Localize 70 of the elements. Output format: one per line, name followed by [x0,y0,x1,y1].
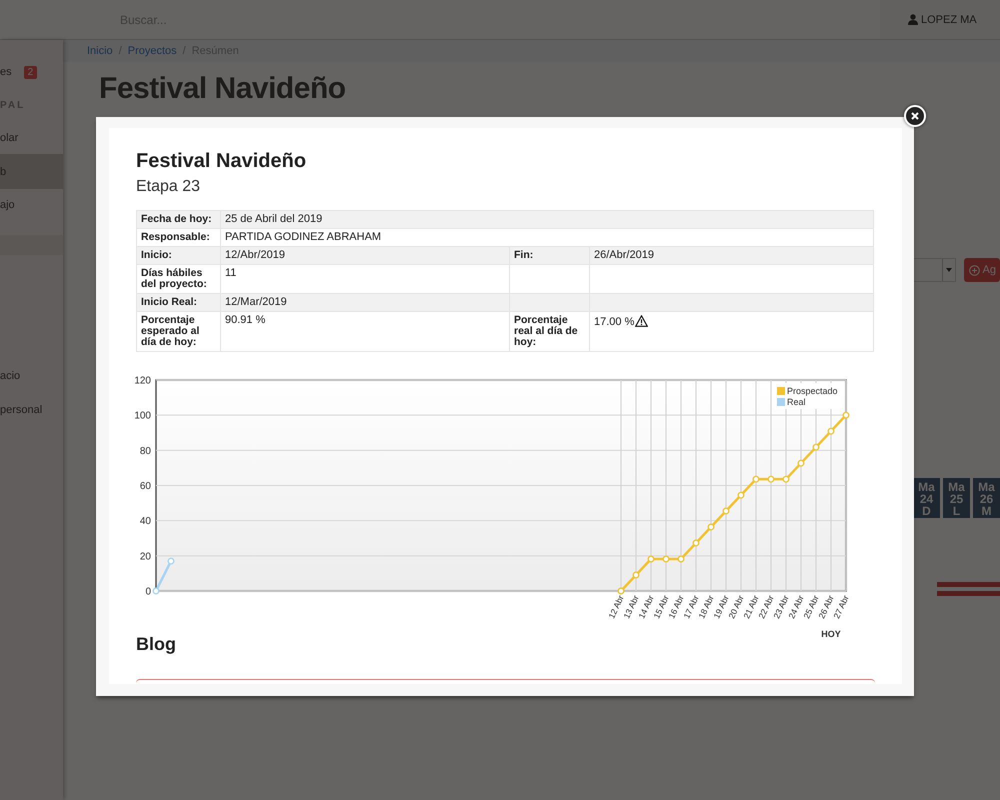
page-title: Festival Navideño [99,72,347,106]
table-cell: 12/Abr/2019 [220,246,510,264]
sidebar-label: ajo [0,199,15,211]
data-point [662,556,670,562]
table-cell: 12/Mar/2019 [220,294,510,312]
y-tick-label: 40 [140,516,151,528]
data-point [812,444,820,451]
data-point [708,524,714,530]
gantt-day-header: Ma 25 L [943,478,970,518]
sidebar-label: olar [0,132,18,144]
legend-label: Prospectado [787,386,838,396]
data-point [692,540,700,546]
table-cell: 90.91 % [220,312,510,352]
gantt-bar [937,591,1000,596]
y-tick-label: 0 [145,586,151,598]
table-label: Fin: [510,246,590,264]
table-label: Inicio: [136,246,220,264]
y-tick-label: 60 [140,481,151,492]
sidebar-item[interactable]: acio [0,360,63,392]
sidebar-item[interactable]: ajo [0,189,63,221]
data-point [632,572,640,578]
table-cell: 25 de Abril del 2019 [220,210,874,228]
user-name: LOPEZ MA [921,14,977,26]
gantt-day-header: Ma 24 D [913,478,940,518]
y-tick-label: 100 [134,410,151,422]
table-label: Porcentaje esperado al día de hoy: [136,312,220,352]
data-point [722,508,730,514]
y-tick-label: 80 [140,446,151,457]
breadcrumb-link[interactable]: Inicio [87,45,113,57]
data-point [618,588,624,594]
sidebar-label: es [0,66,12,78]
sidebar-item[interactable]: olar [0,122,63,154]
data-point [768,476,774,483]
user-icon [908,14,918,25]
breadcrumb-link[interactable]: Proyectos [128,45,177,57]
x-tick-label: 12 Abr [606,594,626,620]
data-point [752,476,760,483]
sidebar-item[interactable]: es 2 [0,56,63,88]
data-point [648,556,654,562]
data-point [782,476,790,483]
modal-subtitle: Etapa 23 [136,178,202,196]
table-label: Fecha de hoy: [136,210,220,228]
breadcrumb-separator: / [182,45,186,57]
caret-icon [946,268,952,272]
table-cell: 17.00 % [590,312,874,352]
legend-label: Real [787,397,806,407]
today-marker: HOY [821,629,841,639]
table-label: Inicio Real: [136,294,220,312]
data-point [678,556,684,562]
table-cell: 26/Abr/2019 [590,246,874,264]
add-button[interactable]: Ag [964,258,1000,282]
close-icon [911,112,919,120]
data-point [152,588,160,594]
table-label: Porcentaje real al día de hoy: [510,312,590,352]
warning-icon [635,315,648,327]
modal-title: Festival Navideño [136,150,308,173]
data-point [828,428,834,435]
gantt-day-header: Ma 26 M [973,478,1000,518]
data-point [798,460,804,467]
gantt-bar [937,582,1000,587]
data-point [168,558,174,565]
plus-icon [968,264,980,276]
y-tick-label: 120 [134,376,151,386]
sidebar-item[interactable]: personal [0,394,63,426]
data-point [738,492,744,499]
data-point [842,412,850,419]
breadcrumb-separator: / [118,45,122,57]
close-button[interactable] [904,105,926,127]
count-badge: 2 [24,66,38,78]
y-tick-label: 20 [140,551,151,562]
